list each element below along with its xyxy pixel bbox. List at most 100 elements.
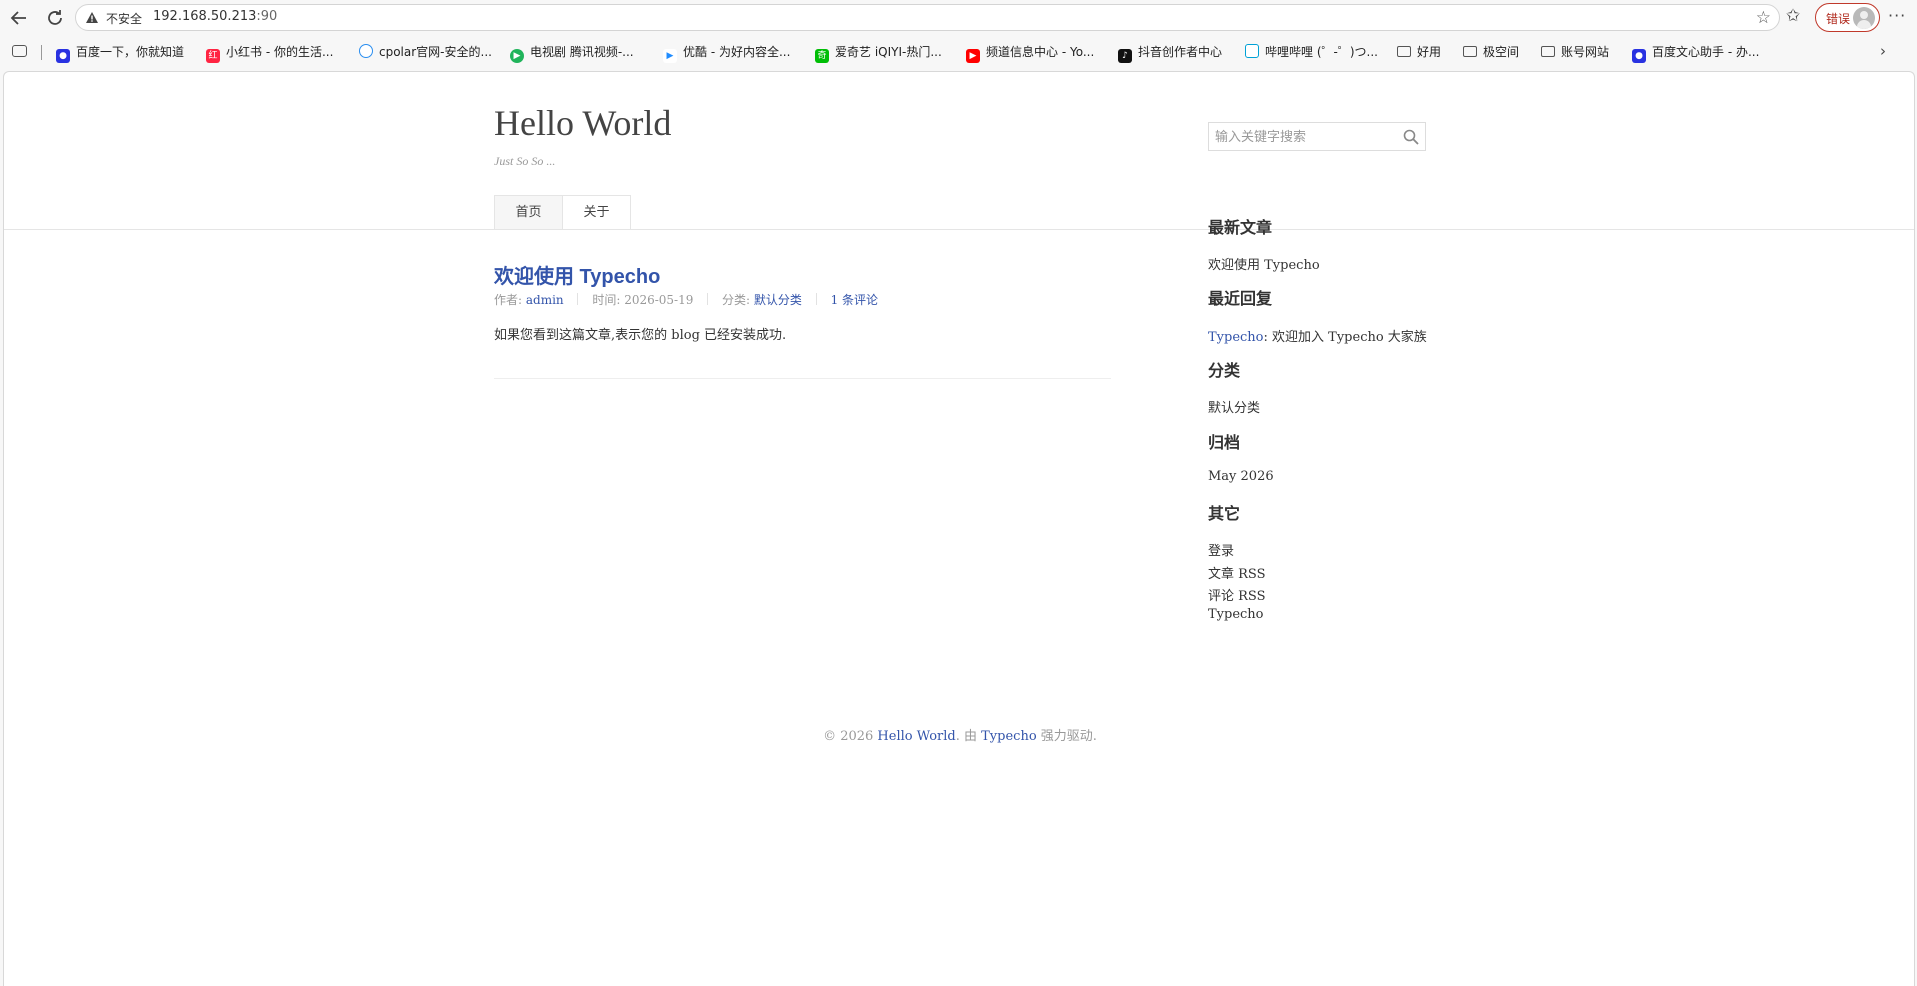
chevron-right-icon[interactable]: › bbox=[1880, 42, 1886, 60]
author-label: 作者: bbox=[494, 293, 523, 307]
bookmark-item[interactable]: ● 百度一下，你就知道 bbox=[56, 43, 185, 63]
baidu-icon: ● bbox=[56, 49, 70, 63]
nav-home[interactable]: 首页 bbox=[494, 195, 563, 229]
footer-typecho-link[interactable]: Typecho bbox=[981, 729, 1037, 744]
recent-post-link[interactable]: 欢迎使用 Typecho bbox=[1208, 254, 1320, 273]
post-title[interactable]: 欢迎使用 Typecho bbox=[494, 260, 660, 289]
post-divider bbox=[494, 378, 1111, 379]
url-text[interactable]: 192.168.50.213:90 bbox=[153, 9, 277, 24]
bookmark-item[interactable]: ▶ 优酷 - 为好内容全... bbox=[663, 43, 791, 63]
footer: © 2026 Hello World. 由 Typecho 强力驱动. bbox=[4, 725, 1914, 744]
xiaohongshu-icon: 红 bbox=[206, 49, 220, 63]
bookmark-item[interactable]: cpolar官网-安全的... bbox=[359, 43, 492, 61]
header-divider bbox=[4, 229, 1914, 230]
url-host: 192.168.50.213 bbox=[153, 9, 257, 24]
footer-by-text: . 由 bbox=[955, 729, 977, 744]
folder-icon bbox=[1397, 46, 1411, 57]
category-label: 分类: bbox=[722, 293, 751, 307]
recent-comments-title: 最近回复 bbox=[1208, 289, 1273, 308]
star-icon[interactable]: ☆ bbox=[1756, 8, 1771, 28]
cpolar-icon bbox=[359, 44, 373, 58]
bookmark-item[interactable]: ▶ 电视剧 腾讯视频-... bbox=[510, 43, 634, 63]
insecure-label[interactable]: 不安全 bbox=[106, 10, 142, 27]
baidu-icon: ● bbox=[1632, 49, 1646, 63]
footer-site-link[interactable]: Hello World bbox=[877, 729, 955, 744]
avatar-icon bbox=[1853, 7, 1875, 29]
comment-text: : 欢迎加入 Typecho 大家族 bbox=[1263, 330, 1427, 345]
bookmark-item[interactable]: ▶ 频道信息中心 - Yo... bbox=[966, 43, 1095, 63]
folder-icon bbox=[1463, 46, 1477, 57]
youtube-icon: ▶ bbox=[966, 49, 980, 63]
bookmark-item[interactable]: 红小红书 - 你的生活... bbox=[206, 43, 334, 63]
bookmark-label: 爱奇艺 iQIYI-热门... bbox=[835, 45, 942, 59]
bookmark-label: 百度一下，你就知道 bbox=[76, 45, 185, 59]
youku-icon: ▶ bbox=[663, 49, 677, 63]
tab-actions-icon[interactable] bbox=[12, 45, 27, 57]
bookmark-item[interactable]: ● 百度文心助手 - 办... bbox=[1632, 43, 1760, 63]
bookmark-label: cpolar官网-安全的... bbox=[379, 45, 492, 59]
login-link[interactable]: 登录 bbox=[1208, 540, 1234, 559]
recent-comment-item: Typecho: 欢迎加入 Typecho 大家族 bbox=[1208, 326, 1427, 345]
bookmark-label: 频道信息中心 - Yo... bbox=[986, 45, 1095, 59]
meta-divider bbox=[707, 293, 709, 305]
bookmark-item[interactable]: 奇爱奇艺 iQIYI-热门... bbox=[815, 43, 942, 63]
comment-author-link[interactable]: Typecho bbox=[1208, 330, 1264, 345]
site-title[interactable]: Hello World bbox=[494, 102, 671, 144]
posts-rss-link[interactable]: 文章 RSS bbox=[1208, 563, 1266, 582]
bilibili-icon bbox=[1245, 44, 1259, 58]
bookmark-label: 账号网站 bbox=[1561, 45, 1610, 59]
bookmark-label: 好用 bbox=[1417, 45, 1442, 59]
douyin-icon: ♪ bbox=[1118, 49, 1132, 63]
comments-rss-link[interactable]: 评论 RSS bbox=[1208, 585, 1266, 604]
profile-error-button[interactable]: 错误 bbox=[1815, 3, 1880, 32]
favorites-icon[interactable]: ✩ bbox=[1786, 6, 1800, 26]
bookmarks-divider bbox=[41, 45, 42, 60]
bookmarks-bar: ● 百度一下，你就知道 红小红书 - 你的生活... cpolar官网-安全的..… bbox=[0, 38, 1917, 66]
bookmark-label: 小红书 - 你的生活... bbox=[226, 45, 334, 59]
category-widget-link[interactable]: 默认分类 bbox=[1208, 397, 1260, 416]
iqiyi-icon: 奇 bbox=[815, 49, 829, 63]
bookmark-item[interactable]: 哔哩哔哩 (゜-゜)つ... bbox=[1245, 43, 1378, 61]
site-description: Just So So ... bbox=[494, 154, 556, 168]
post-meta: 作者: admin 时间: 2026-05-19 分类: 默认分类 1 条评论 bbox=[494, 291, 878, 308]
recent-posts-title: 最新文章 bbox=[1208, 218, 1273, 237]
typecho-link[interactable]: Typecho bbox=[1208, 607, 1264, 622]
post-excerpt: 如果您看到这篇文章,表示您的 blog 已经安装成功. bbox=[494, 328, 787, 343]
more-icon[interactable]: ··· bbox=[1888, 6, 1906, 25]
bookmark-label: 电视剧 腾讯视频-... bbox=[530, 45, 634, 59]
search-icon[interactable] bbox=[1403, 129, 1419, 145]
category-link[interactable]: 默认分类 bbox=[754, 293, 802, 307]
url-port: :90 bbox=[256, 9, 278, 24]
time-label: 时间: bbox=[592, 293, 621, 307]
bookmark-label: 极空间 bbox=[1483, 45, 1520, 59]
reload-icon[interactable] bbox=[43, 6, 67, 30]
meta-divider bbox=[577, 293, 579, 305]
page-viewport: Hello World Just So So ... 首页 关于 欢迎使用 Ty… bbox=[3, 71, 1915, 986]
search-input[interactable] bbox=[1209, 123, 1394, 150]
bookmark-folder[interactable]: 极空间 bbox=[1463, 43, 1519, 61]
browser-toolbar: 不安全 192.168.50.213:90 ☆ ✩ 错误 ··· bbox=[0, 0, 1917, 35]
bookmark-folder[interactable]: 账号网站 bbox=[1541, 43, 1609, 61]
post-date: 2026-05-19 bbox=[624, 293, 694, 307]
bookmark-label: 百度文心助手 - 办... bbox=[1652, 45, 1760, 59]
address-bar[interactable]: 不安全 192.168.50.213:90 ☆ bbox=[75, 4, 1780, 31]
tencent-video-icon: ▶ bbox=[510, 49, 524, 63]
copyright-text: © 2026 bbox=[823, 729, 874, 744]
bookmark-label: 抖音创作者中心 bbox=[1138, 45, 1223, 59]
back-arrow-icon[interactable] bbox=[7, 6, 31, 30]
bookmark-label: 优酷 - 为好内容全... bbox=[683, 45, 791, 59]
warning-icon bbox=[86, 12, 98, 23]
bookmark-item[interactable]: ♪ 抖音创作者中心 bbox=[1118, 43, 1223, 63]
author-link[interactable]: admin bbox=[526, 293, 564, 307]
nav-about[interactable]: 关于 bbox=[562, 195, 631, 229]
bookmark-folder[interactable]: 好用 bbox=[1397, 43, 1441, 61]
categories-title: 分类 bbox=[1208, 361, 1241, 380]
other-title: 其它 bbox=[1208, 504, 1241, 523]
error-label: 错误 bbox=[1826, 12, 1851, 26]
comments-link[interactable]: 1 条评论 bbox=[831, 293, 878, 307]
archive-link[interactable]: May 2026 bbox=[1208, 469, 1274, 484]
search-box bbox=[1208, 122, 1426, 151]
footer-powered-text: 强力驱动. bbox=[1040, 729, 1097, 744]
folder-icon bbox=[1541, 46, 1555, 57]
archives-title: 归档 bbox=[1208, 433, 1241, 452]
